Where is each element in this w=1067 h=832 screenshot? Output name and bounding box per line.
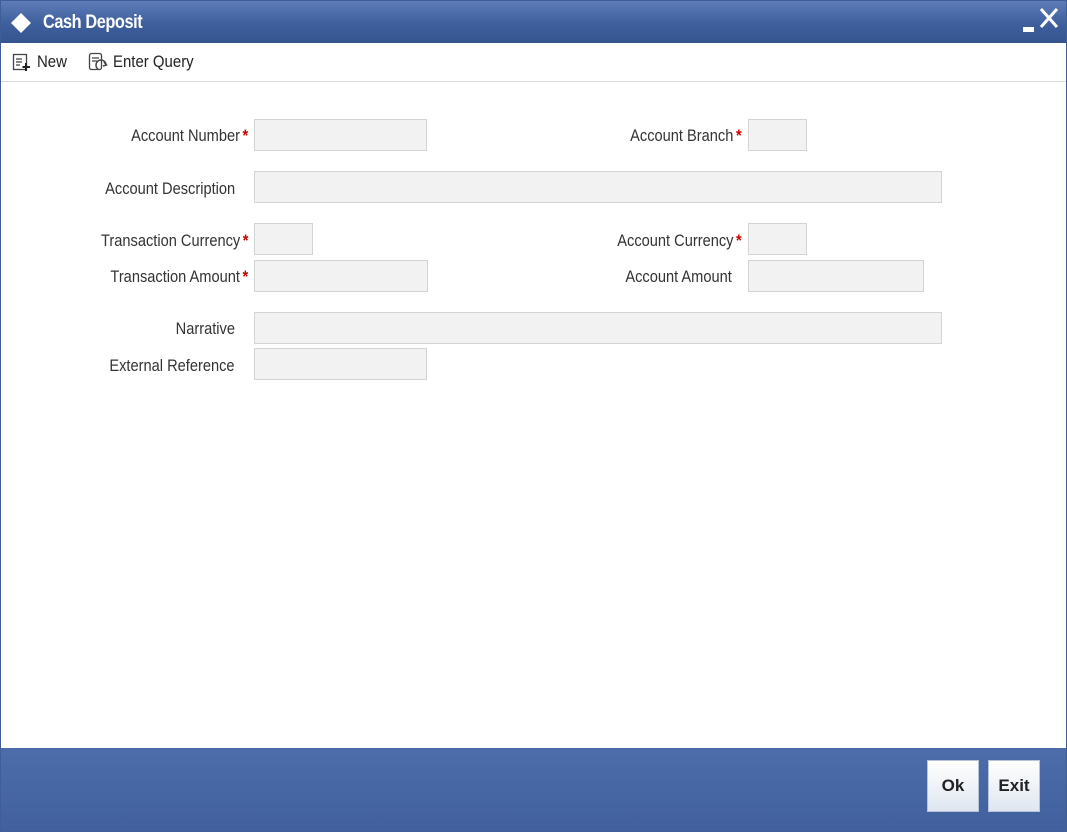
transaction-amount-label: Transaction Amount *	[110, 267, 248, 287]
required-mark: *	[242, 231, 248, 250]
toolbar: New Enter Query	[1, 43, 1066, 82]
account-currency-text: Account Currency	[617, 231, 734, 250]
enter-query-label: Enter Query	[113, 52, 194, 71]
required-mark: *	[736, 126, 742, 145]
narrative-input[interactable]	[254, 312, 942, 344]
account-description-label: Account Description	[104, 179, 235, 198]
window-title: Cash Deposit	[43, 12, 143, 33]
footer-bar: Ok Exit	[1, 748, 1066, 831]
diamond-icon	[11, 13, 31, 33]
required-mark: *	[242, 126, 248, 145]
account-currency-input[interactable]	[748, 223, 807, 255]
account-number-input[interactable]	[254, 119, 427, 151]
account-number-label: Account Number *	[131, 126, 248, 146]
account-description-input[interactable]	[254, 171, 942, 203]
account-branch-text: Account Branch	[630, 126, 734, 145]
external-reference-input[interactable]	[254, 348, 427, 380]
transaction-currency-label: Transaction Currency *	[101, 231, 248, 251]
transaction-currency-text: Transaction Currency	[100, 231, 240, 250]
account-currency-label: Account Currency *	[618, 231, 742, 251]
account-branch-label: Account Branch *	[631, 126, 742, 146]
transaction-amount-text: Transaction Amount	[110, 267, 240, 286]
transaction-currency-input[interactable]	[254, 223, 313, 255]
external-reference-label: External Reference	[109, 356, 235, 375]
account-amount-input[interactable]	[748, 260, 924, 292]
transaction-amount-input[interactable]	[254, 260, 428, 292]
required-mark: *	[242, 267, 248, 286]
account-amount-label: Account Amount	[625, 267, 732, 286]
new-label: New	[37, 52, 67, 71]
query-icon	[88, 52, 108, 71]
new-document-icon	[12, 53, 30, 71]
enter-query-button[interactable]: Enter Query	[88, 50, 205, 74]
exit-button[interactable]: Exit	[988, 760, 1040, 812]
account-branch-input[interactable]	[748, 119, 807, 151]
ok-button[interactable]: Ok	[927, 760, 979, 812]
new-button[interactable]: New	[12, 50, 71, 74]
account-number-text: Account Number	[130, 126, 240, 145]
cash-deposit-window: Cash Deposit New Enter Query Account Num…	[0, 0, 1067, 832]
close-icon[interactable]	[1038, 7, 1060, 29]
narrative-label: Narrative	[175, 319, 235, 338]
required-mark: *	[736, 231, 742, 250]
title-bar[interactable]: Cash Deposit	[1, 1, 1066, 43]
minimize-icon[interactable]	[1023, 27, 1034, 32]
